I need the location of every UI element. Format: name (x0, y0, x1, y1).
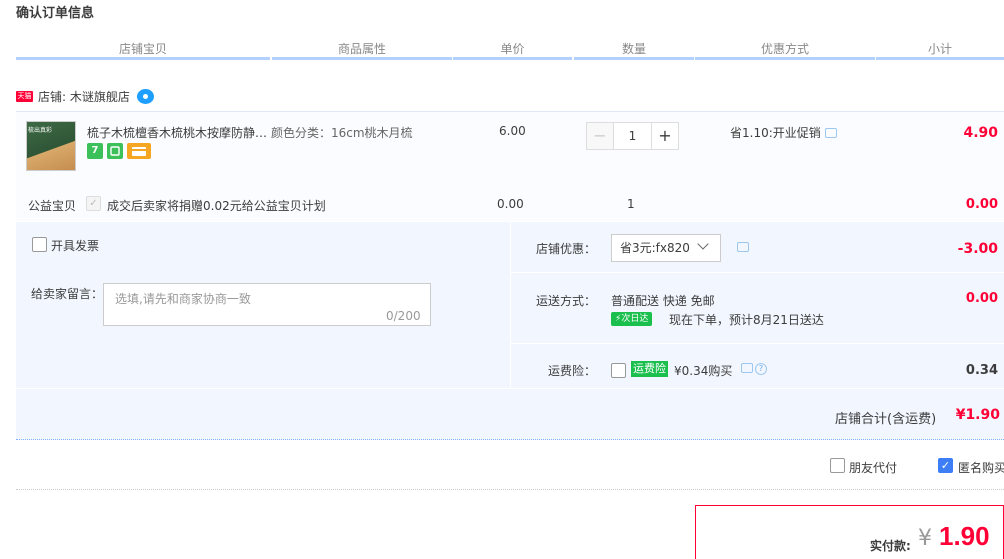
col-header-product: 店铺宝贝 (118, 42, 167, 56)
insurance-checkbox[interactable] (611, 363, 626, 378)
header-underline (876, 57, 1004, 60)
qty-minus-button[interactable]: − (586, 122, 614, 150)
chat-icon[interactable] (136, 89, 154, 104)
header-underline (453, 57, 572, 60)
payment-currency: ¥ (918, 526, 932, 551)
shop-total-value: ¥1.90 (955, 407, 1000, 423)
header-underline (272, 57, 452, 60)
insurance-label: 运费险： (548, 364, 597, 378)
guarantee-icon[interactable] (107, 143, 123, 159)
shop-total-label: 店铺合计(含运费) (835, 412, 937, 427)
payment-label: 实付款: (870, 539, 911, 553)
charity-label: 公益宝贝 (28, 199, 77, 213)
shop-row: 天猫 店铺: 木谜旗舰店 (16, 88, 154, 105)
divider (510, 222, 511, 388)
shop-name[interactable]: 店铺: 木谜旗舰店 (38, 88, 130, 105)
col-header-attr: 商品属性 (337, 42, 386, 56)
product-title[interactable]: 梳子木梳檀香木梳桃木按摩防静… (87, 124, 267, 141)
insurance-icons: ? (741, 363, 767, 375)
tmall-badge: 天猫 (16, 91, 33, 102)
charity-total: 0.00 (965, 197, 998, 212)
page-title: 确认订单信息 (16, 6, 95, 21)
charity-price: 0.00 (497, 197, 524, 211)
comment-icon[interactable] (824, 127, 837, 138)
col-header-qty: 数量 (621, 42, 646, 56)
qty-plus-button[interactable]: + (651, 122, 679, 150)
friend-pay-checkbox[interactable] (830, 458, 845, 473)
shop-discount-amount: -3.00 (957, 241, 998, 257)
shop-discount-label: 店铺优惠： (536, 242, 597, 256)
payment-amount: 1.90 (939, 521, 990, 551)
invoice-checkbox[interactable] (32, 237, 47, 252)
header-underline (574, 57, 694, 60)
invoice-label[interactable]: 开具发票 (51, 237, 99, 254)
col-header-subtotal: 小计 (927, 42, 952, 56)
unit-price: 6.00 (499, 124, 526, 138)
divider (511, 272, 1004, 273)
divider (16, 489, 1004, 490)
card-payment-icon[interactable] (127, 143, 151, 159)
charity-qty: 1 (627, 197, 635, 211)
col-header-promo: 优惠方式 (760, 42, 809, 56)
next-day-badge-text: 次日达 (621, 314, 649, 324)
promo-text: 省1.10:开业促销 (730, 126, 821, 140)
comment-icon[interactable] (741, 363, 753, 373)
charity-text: 成交后卖家将捐赠0.02元给公益宝贝计划 (107, 199, 326, 213)
qty-input[interactable]: 1 (614, 122, 651, 150)
next-day-badge: ⚡次日达 (611, 312, 653, 326)
promo-info: 省1.10:开业促销 (730, 124, 837, 141)
header-underline (695, 57, 875, 60)
message-char-count: 0/200 (386, 309, 421, 323)
header-underline (16, 57, 270, 60)
divider (511, 343, 1004, 344)
seven-day-return-icon[interactable]: 7 (87, 143, 103, 159)
anonymous-label[interactable]: 匿名购买 (958, 459, 1004, 476)
shipping-fee: 0.00 (965, 291, 998, 306)
service-icons: 7 (87, 143, 151, 159)
anonymous-checkbox[interactable]: ✓ (938, 458, 953, 473)
thumbnail-caption: 梳出真彩 (28, 127, 53, 134)
charity-checkbox: ✓ (86, 196, 101, 211)
insurance-price: ¥0.34购买 (674, 364, 733, 378)
comment-icon[interactable] (737, 242, 749, 252)
message-placeholder: 选填,请先和商家协商一致 (115, 292, 251, 306)
insurance-amount: 0.34 (965, 363, 998, 378)
divider (16, 388, 1004, 389)
shipping-eta: 现在下单，预计8月21日送达 (669, 313, 824, 327)
shipping-method: 普通配送 快递 免邮 (611, 294, 715, 308)
product-attr: 颜色分类：16cm桃木月梳 (271, 126, 413, 140)
item-subtotal: 4.90 (963, 125, 998, 141)
message-label: 给卖家留言： (31, 287, 104, 301)
quantity-stepper: − 1 + (586, 122, 679, 150)
col-header-price: 单价 (500, 42, 525, 56)
shipping-label: 运送方式： (536, 294, 597, 308)
help-icon[interactable]: ? (755, 363, 767, 375)
insurance-badge: 运费险 (631, 361, 668, 377)
friend-pay-label[interactable]: 朋友代付 (849, 459, 897, 476)
